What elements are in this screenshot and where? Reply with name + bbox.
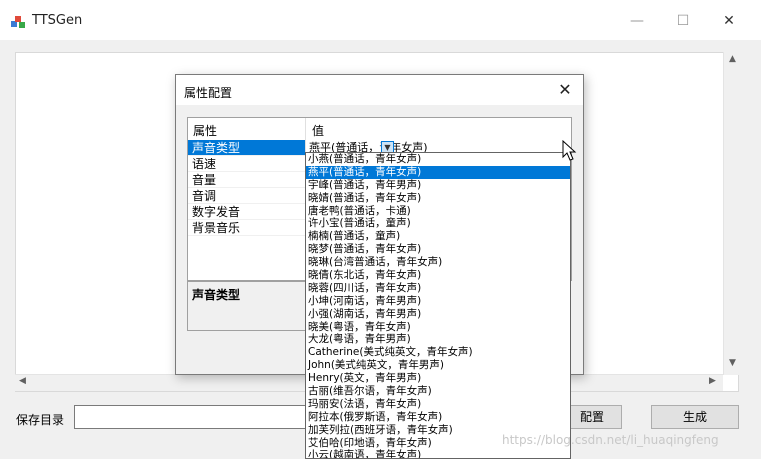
scroll-right-icon[interactable]: ▶	[709, 376, 716, 386]
dropdown-item[interactable]: 燕平(普通话，青年女声)	[306, 165, 570, 179]
dropdown-item[interactable]: 大龙(粤语，青年男声)	[306, 333, 570, 346]
dialog-title: 属性配置	[184, 86, 233, 100]
property-row[interactable]: 语速	[188, 156, 305, 172]
dropdown-item[interactable]: 小燕(普通话，青年女声)	[306, 153, 570, 166]
dropdown-item[interactable]: 晓蓉(四川话，青年女声)	[306, 282, 570, 295]
dropdown-item[interactable]: 晓婧(普通话，青年女声)	[306, 192, 570, 205]
property-row[interactable]: 数字发音	[188, 204, 305, 220]
app-icon	[11, 16, 25, 28]
description-title: 声音类型	[192, 288, 241, 302]
dropdown-item[interactable]: 古丽(维吾尔语，青年女声)	[306, 385, 570, 398]
save-dir-input[interactable]	[74, 405, 310, 429]
dropdown-item[interactable]: 晓梦(普通话，青年女声)	[306, 243, 570, 256]
dropdown-item[interactable]: 楠楠(普通话，童声)	[306, 230, 570, 243]
property-row[interactable]: 背景音乐	[188, 220, 305, 236]
dropdown-item[interactable]: 玛丽安(法语，青年女声)	[306, 398, 570, 411]
scroll-down-icon[interactable]: ▼	[724, 358, 741, 368]
save-dir-label: 保存目录	[16, 413, 65, 427]
scroll-up-icon[interactable]: ▲	[724, 54, 741, 64]
dropdown-item[interactable]: 晓倩(东北话，青年女声)	[306, 269, 570, 282]
dialog-close-button[interactable]: ✕	[552, 78, 578, 102]
watermark-text: https://blog.csdn.net/li_huaqingfeng	[502, 433, 719, 447]
description-box: 声音类型	[187, 281, 307, 331]
header-value: 值	[312, 124, 325, 138]
dropdown-item[interactable]: 小坤(河南话，青年男声)	[306, 295, 570, 308]
dropdown-item[interactable]: Henry(英文，青年男声)	[306, 372, 570, 385]
dialog-titlebar: 属性配置 ✕	[176, 75, 583, 105]
dropdown-item[interactable]: John(美式纯英文，青年男声)	[306, 359, 570, 372]
dropdown-item[interactable]: 唐老鸭(普通话，卡通)	[306, 205, 570, 218]
dropdown-item[interactable]: 阿拉本(俄罗斯语，青年女声)	[306, 411, 570, 424]
window-title: TTSGen	[32, 13, 83, 28]
dropdown-item[interactable]: 小强(湖南话，青年男声)	[306, 308, 570, 321]
voice-dropdown-list[interactable]: 小燕(普通话，青年女声) 燕平(普通话，青年女声) 宇峰(普通话，青年男声) 晓婧(普…	[305, 152, 571, 459]
close-window-button[interactable]: ✕	[714, 8, 744, 34]
grid-header: 属性 值	[188, 118, 571, 140]
dropdown-item[interactable]: 晓琳(台湾普通话，青年女声)	[306, 256, 570, 269]
property-row[interactable]: 音量	[188, 172, 305, 188]
config-button[interactable]: 配置	[562, 405, 622, 429]
header-property: 属性	[193, 124, 218, 138]
vertical-scrollbar[interactable]: ▲ ▼	[723, 52, 740, 375]
maximize-button[interactable]: ☐	[668, 8, 698, 34]
dropdown-item[interactable]: 晓美(粤语，青年女声)	[306, 321, 570, 334]
scroll-left-icon[interactable]: ◀	[19, 376, 26, 386]
property-row[interactable]: 音调	[188, 188, 305, 204]
dropdown-item[interactable]: 宇峰(普通话，青年男声)	[306, 179, 570, 192]
mouse-cursor-icon	[562, 140, 577, 161]
dropdown-item[interactable]: 许小宝(普通话，童声)	[306, 217, 570, 230]
property-row[interactable]: 声音类型	[188, 140, 305, 156]
minimize-button[interactable]: —	[622, 8, 652, 34]
generate-button[interactable]: 生成	[651, 405, 739, 429]
dropdown-item[interactable]: Catherine(美式纯英文，青年女声)	[306, 346, 570, 359]
window-titlebar: TTSGen — ☐ ✕	[0, 0, 761, 40]
dropdown-item[interactable]: 小云(越南语，青年女声)	[306, 449, 570, 458]
